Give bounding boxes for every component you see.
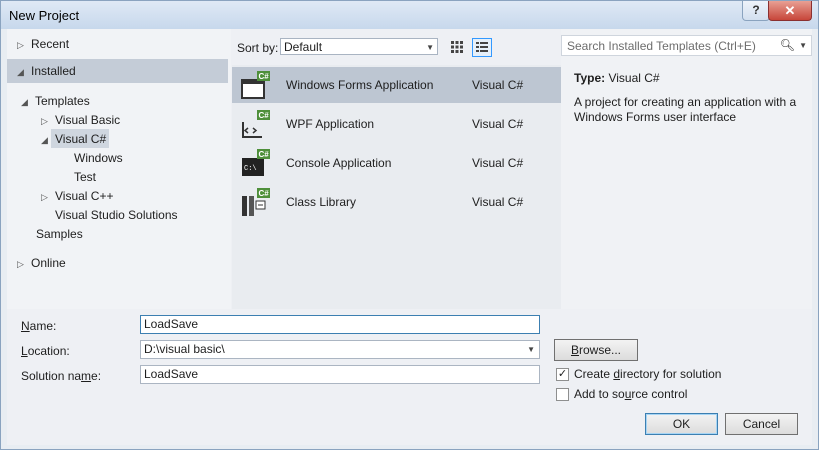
location-label: Location: [21, 344, 70, 358]
svg-text:C:\: C:\ [244, 165, 257, 173]
sort-select[interactable]: Default ▼ [280, 38, 438, 55]
source-control-label[interactable]: Add to source control [574, 387, 687, 401]
svg-text:C#: C# [259, 72, 270, 81]
dropdown-arrow-icon[interactable]: ▼ [527, 341, 535, 358]
tree-item-visual-basic[interactable]: ▷ Visual Basic [41, 111, 120, 130]
template-name: Windows Forms Application [286, 78, 434, 92]
tree-item-recent[interactable]: ▷ Recent [17, 35, 69, 54]
search-icon[interactable]: 🔍︎ [780, 38, 795, 52]
svg-text:C#: C# [259, 150, 270, 159]
location-field[interactable]: D:\visual basic\ ▼ [140, 340, 540, 359]
tree-item-online[interactable]: ▷ Online [17, 254, 66, 273]
wpf-icon: C# [242, 110, 270, 138]
winforms-icon: C# [241, 71, 270, 99]
tree-item-samples[interactable]: Samples [36, 225, 83, 244]
description-text: A project for creating an application wi… [574, 95, 797, 124]
sort-bar: Sort by: Default ▼ [232, 29, 561, 63]
collapse-arrow-icon[interactable]: ◢ [17, 63, 31, 82]
tree-item-windows[interactable]: Windows [74, 149, 123, 168]
template-row-winforms[interactable]: C# Windows Forms Application Visual C# [232, 67, 561, 103]
tree-item-installed[interactable]: ◢ Installed [17, 62, 76, 81]
source-control-checkbox[interactable] [556, 388, 569, 401]
list-view-button[interactable] [472, 38, 492, 57]
expand-arrow-icon[interactable]: ▷ [17, 255, 31, 274]
template-row-wpf[interactable]: C# WPF Application Visual C# [232, 106, 561, 142]
name-field[interactable]: LoadSave [140, 315, 540, 334]
collapse-arrow-icon[interactable]: ◢ [21, 93, 35, 112]
search-placeholder: Search Installed Templates (Ctrl+E) [567, 39, 756, 53]
project-form: Name: LoadSave Location: D:\visual basic… [7, 311, 812, 445]
search-options-icon[interactable]: ▼ [799, 41, 807, 50]
ok-button[interactable]: OK [645, 413, 718, 435]
template-description-pane: Search Installed Templates (Ctrl+E) 🔍︎ ▼… [561, 29, 812, 309]
new-project-dialog: New Project ? ✕ ▷ Recent ◢ Installed ◢ Temp… [0, 0, 819, 450]
template-name: Console Application [286, 156, 392, 170]
template-search-input[interactable]: Search Installed Templates (Ctrl+E) 🔍︎ ▼ [561, 35, 812, 56]
expand-arrow-icon[interactable]: ▷ [41, 188, 55, 207]
tree-item-vs-solutions[interactable]: Visual Studio Solutions [55, 206, 178, 225]
list-view-icon [476, 42, 488, 52]
close-button[interactable]: ✕ [768, 1, 812, 21]
cancel-button[interactable]: Cancel [725, 413, 798, 435]
expand-arrow-icon[interactable]: ▷ [17, 36, 31, 55]
template-list: C# Windows Forms Application Visual C# C… [232, 65, 561, 309]
dropdown-arrow-icon: ▼ [426, 43, 434, 52]
svg-text:C#: C# [259, 189, 270, 198]
dialog-body: ▷ Recent ◢ Installed ◢ Templates ▷ Visual Ba… [7, 29, 812, 445]
template-language: Visual C# [472, 156, 524, 170]
collapse-arrow-icon[interactable]: ◢ [41, 131, 55, 150]
grid-view-button[interactable] [447, 38, 467, 57]
solution-name-field[interactable]: LoadSave [140, 365, 540, 384]
template-name: Class Library [286, 195, 357, 209]
template-language: Visual C# [472, 117, 524, 131]
tree-item-templates[interactable]: ◢ Templates [21, 92, 90, 111]
template-language: Visual C# [472, 195, 524, 209]
name-label: Name: [21, 319, 57, 333]
browse-button[interactable]: Browse... [554, 339, 638, 361]
dialog-title: New Project [9, 8, 80, 23]
title-bar[interactable]: New Project ? ✕ [1, 1, 818, 29]
template-row-class-library[interactable]: C# Class Library Visual C# [232, 184, 561, 220]
create-directory-label[interactable]: Create directory for solution [574, 367, 721, 381]
template-name: WPF Application [286, 117, 375, 131]
console-icon: C:\ C# [242, 149, 270, 176]
create-directory-checkbox[interactable]: ✓ [556, 368, 569, 381]
tree-item-test[interactable]: Test [74, 168, 96, 187]
svg-text:C#: C# [259, 111, 270, 120]
grid-view-icon [451, 41, 463, 53]
help-button[interactable]: ? [742, 1, 770, 21]
tree-item-visual-csharp[interactable]: ◢ Visual C# [41, 130, 106, 149]
class-library-icon: C# [242, 188, 270, 216]
template-list-pane: Sort by: Default ▼ C# Windows Forms Appl… [232, 29, 561, 309]
solution-name-label: Solution name: [21, 369, 102, 383]
description-type: Type: Visual C# [574, 71, 660, 85]
template-tree: ▷ Recent ◢ Installed ◢ Templates ▷ Visual Ba… [7, 29, 231, 309]
sort-label: Sort by: [237, 41, 279, 55]
template-row-console[interactable]: C:\ C# Console Application Visual C# [232, 145, 561, 181]
tree-item-visual-cpp[interactable]: ▷ Visual C++ [41, 187, 113, 206]
template-language: Visual C# [472, 78, 524, 92]
